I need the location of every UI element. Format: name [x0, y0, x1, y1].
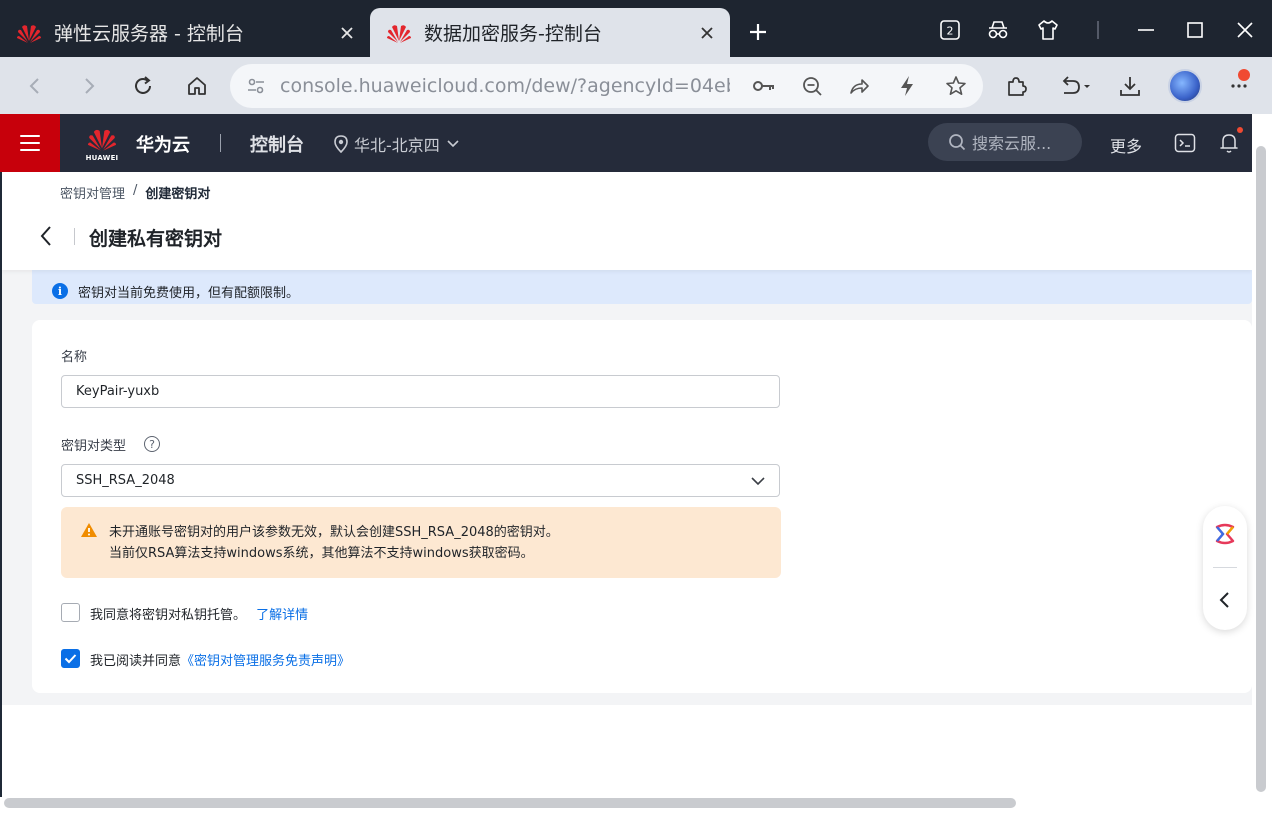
back-button[interactable]: [36, 225, 56, 247]
warning-notice: 未开通账号密钥对的用户该参数无效，默认会创建SSH_RSA_2048的密钥对。 …: [61, 507, 781, 578]
close-tab-icon[interactable]: [336, 22, 358, 44]
learn-more-link[interactable]: 了解详情: [256, 608, 308, 623]
lightning-icon[interactable]: [891, 70, 923, 102]
region-label: 华北-北京四: [354, 136, 440, 155]
browser-menu-notification-dot: [1238, 69, 1250, 81]
tab-count-badge: 2: [947, 25, 954, 38]
escrow-checkbox-label: 我同意将密钥对私钥托管。: [90, 608, 247, 623]
bell-icon[interactable]: [1217, 131, 1241, 155]
chevron-left-icon: [40, 226, 51, 246]
console-search-input[interactable]: 搜索云服...: [928, 123, 1082, 161]
title-divider: [74, 228, 75, 245]
console-header: HUAWEI 华为云 控制台 华北-北京四 搜索云服... 更多: [0, 114, 1252, 172]
search-icon: [949, 134, 966, 151]
browser-tabbar: 弹性云服务器 - 控制台 数据加密服务-控制台 2: [0, 0, 1272, 57]
url-text: console.huaweicloud.com/dew/?agencyId=04…: [280, 75, 730, 97]
info-icon: i: [52, 283, 68, 299]
create-keypair-form: 名称 KeyPair-yuxb 密钥对类型 ? SSH_RSA_2048 未开通…: [32, 320, 1252, 693]
huawei-favicon-icon: [17, 24, 41, 43]
location-pin-icon: [334, 135, 348, 153]
search-placeholder: 搜索云服...: [972, 134, 1052, 153]
assistant-logo-icon[interactable]: [1213, 522, 1237, 546]
name-label: 名称: [61, 350, 88, 365]
widget-divider: [1213, 567, 1237, 568]
warning-text-line2: 当前仅RSA算法支持windows系统，其他算法不支持windows获取密码。: [109, 546, 534, 561]
collapse-chevron-left-icon[interactable]: [1217, 590, 1233, 610]
chevron-down-icon: [447, 140, 459, 148]
more-menu-link[interactable]: 更多: [1110, 133, 1142, 157]
page-header: 密钥对管理 / 创建密钥对 创建私有密钥对: [2, 172, 1252, 270]
info-banner: i 密钥对当前免费使用，但有配额限制。: [32, 264, 1252, 304]
keypair-name-input[interactable]: KeyPair-yuxb: [61, 375, 780, 408]
keypair-type-label: 密钥对类型: [61, 439, 127, 454]
new-tab-button[interactable]: [742, 16, 774, 48]
tab-dew-console[interactable]: 数据加密服务-控制台: [370, 8, 730, 57]
keypair-name-value: KeyPair-yuxb: [76, 384, 160, 399]
breadcrumb: 密钥对管理 / 创建密钥对: [60, 183, 210, 202]
notification-dot: [1237, 127, 1243, 133]
floating-assistant-widget: [1203, 506, 1247, 630]
agree-checkbox-text: 我已阅读并同意《密钥对管理服务免责声明》: [90, 650, 350, 669]
breadcrumb-keypair-management[interactable]: 密钥对管理: [60, 183, 125, 202]
address-bar[interactable]: console.huaweicloud.com/dew/?agencyId=04…: [230, 64, 983, 108]
escrow-checkbox[interactable]: [61, 603, 80, 622]
huawei-flower-icon: [88, 129, 116, 151]
tab-title: 数据加密服务-控制台: [424, 23, 602, 45]
warning-text-line1: 未开通账号密钥对的用户该参数无效，默认会创建SSH_RSA_2048的密钥对。: [109, 525, 559, 540]
escrow-checkbox-text: 我同意将密钥对私钥托管。 了解详情: [90, 604, 308, 623]
keypair-type-value: SSH_RSA_2048: [76, 473, 175, 488]
console-title-link[interactable]: 控制台: [250, 131, 304, 157]
reload-button[interactable]: [126, 69, 160, 103]
maximize-window-button[interactable]: [1177, 12, 1213, 48]
page-title: 创建私有密钥对: [89, 228, 223, 250]
tab-overview-button[interactable]: 2: [932, 12, 968, 48]
tab-ecs-console[interactable]: 弹性云服务器 - 控制台: [0, 8, 370, 57]
region-selector[interactable]: 华北-北京四: [334, 132, 460, 156]
page-footer-area: [2, 705, 1252, 797]
brand-name[interactable]: 华为云: [136, 131, 190, 157]
huawei-logo[interactable]: HUAWEI: [84, 125, 120, 162]
home-button[interactable]: [180, 69, 214, 103]
bookmark-star-icon[interactable]: [940, 70, 972, 102]
close-window-button[interactable]: [1227, 12, 1263, 48]
page-content: 密钥对管理 / 创建密钥对 创建私有密钥对 i 密钥对当前免费使用，但有配额限制…: [2, 172, 1252, 797]
warning-triangle-icon: [81, 523, 97, 537]
forward-nav-button[interactable]: [72, 69, 106, 103]
titlebar-divider: [1080, 12, 1116, 48]
agree-disclaimer-checkbox[interactable]: [61, 649, 80, 668]
huawei-favicon-icon: [387, 24, 411, 43]
incognito-icon[interactable]: [980, 12, 1016, 48]
agree-checkbox-label: 我已阅读并同意: [90, 654, 182, 669]
site-info-icon[interactable]: [240, 70, 272, 102]
header-divider: [220, 134, 221, 152]
minimize-window-button[interactable]: [1128, 12, 1164, 48]
extensions-icon[interactable]: [999, 69, 1033, 103]
back-nav-button[interactable]: [18, 69, 52, 103]
key-icon[interactable]: [748, 70, 780, 102]
vertical-scrollbar[interactable]: [1256, 146, 1266, 792]
share-icon[interactable]: [843, 70, 875, 102]
hamburger-menu-button[interactable]: [0, 114, 60, 172]
user-avatar[interactable]: [1168, 69, 1202, 103]
undo-dropdown-icon[interactable]: [1055, 69, 1095, 103]
keypair-type-select[interactable]: SSH_RSA_2048: [61, 464, 780, 497]
cloud-shell-icon[interactable]: [1173, 131, 1197, 155]
close-tab-icon[interactable]: [696, 22, 718, 44]
zoom-out-icon[interactable]: [796, 70, 828, 102]
info-banner-text: 密钥对当前免费使用，但有配额限制。: [78, 285, 300, 301]
breadcrumb-current: 创建密钥对: [145, 187, 211, 202]
shirt-icon[interactable]: [1030, 12, 1066, 48]
horizontal-scrollbar[interactable]: [4, 798, 1016, 808]
chevron-down-icon: [751, 477, 765, 486]
browser-toolbar: console.huaweicloud.com/dew/?agencyId=04…: [0, 57, 1272, 114]
logo-wordmark: HUAWEI: [85, 154, 119, 162]
breadcrumb-separator: /: [133, 183, 138, 198]
checkmark-icon: [64, 654, 77, 664]
disclaimer-link[interactable]: 《密钥对管理服务免责声明》: [181, 654, 350, 669]
help-question-icon[interactable]: ?: [144, 436, 160, 452]
tab-title: 弹性云服务器 - 控制台: [54, 23, 244, 45]
download-icon[interactable]: [1113, 69, 1147, 103]
